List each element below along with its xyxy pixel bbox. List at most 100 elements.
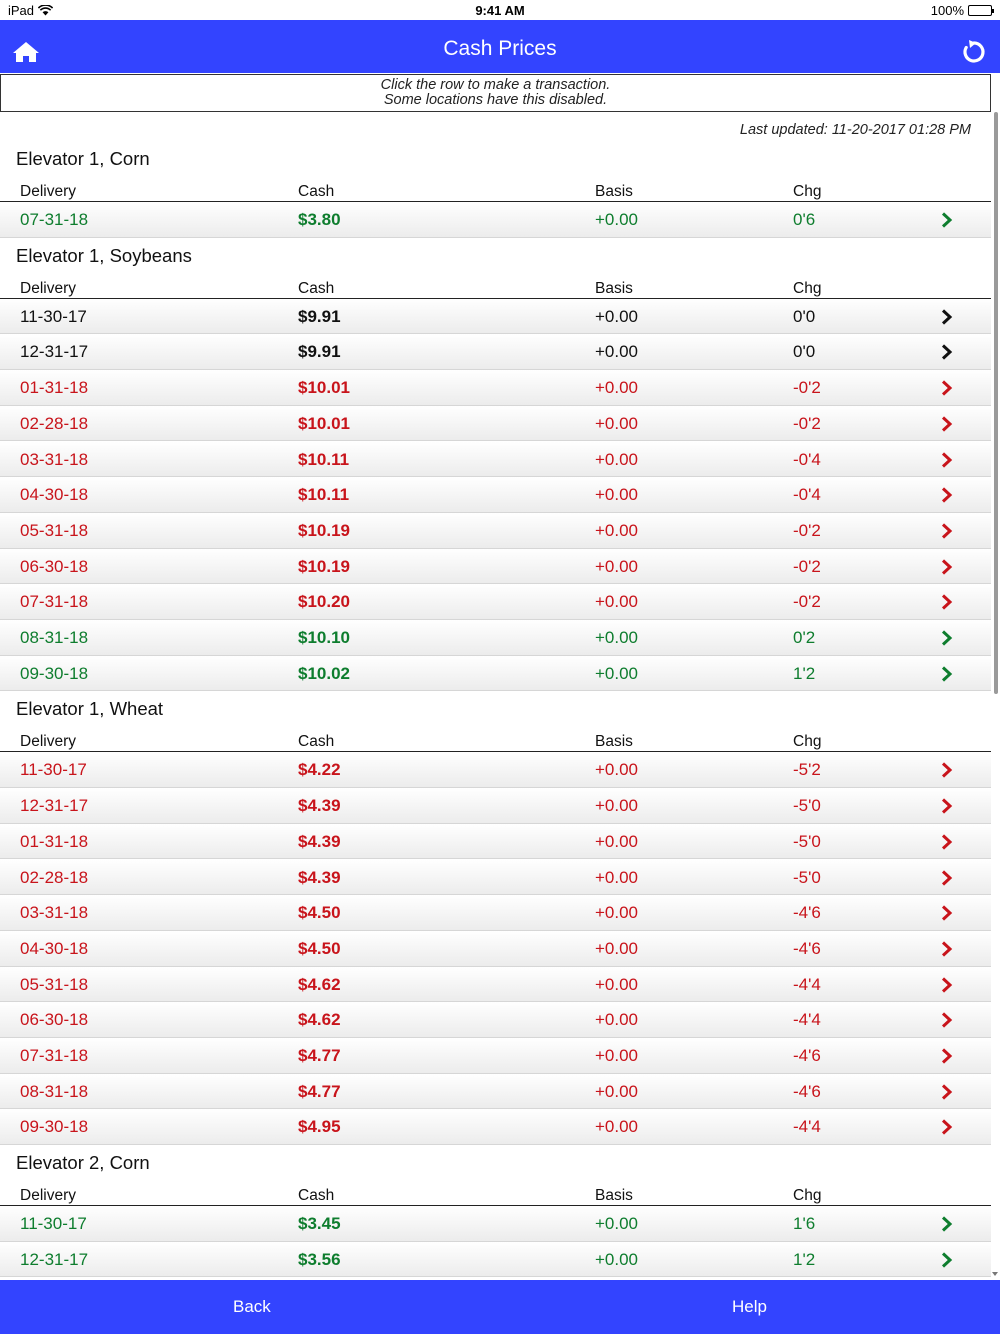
cell-basis: +0.00 xyxy=(595,1117,639,1137)
cell-chg: 1'6 xyxy=(793,1214,816,1234)
cell-cash: $10.19 xyxy=(298,556,350,576)
cell-delivery: 03-31-18 xyxy=(20,449,89,469)
table-row[interactable]: 05-31-18 $4.62 +0.00 -4'4 xyxy=(0,966,991,1003)
table-row[interactable]: 12-31-17 $3.56 +0.00 1'2 xyxy=(0,1241,991,1278)
cell-basis: +0.00 xyxy=(595,628,639,647)
cell-chg: 1'2 xyxy=(793,663,816,683)
cell-chg: 0'6 xyxy=(793,210,816,229)
chevron-right-icon xyxy=(941,1252,953,1268)
bottom-toolbar: Back Help xyxy=(0,1280,1000,1334)
section-title: Elevator 2, Corn xyxy=(16,1152,150,1174)
cell-chg: 1'2 xyxy=(793,1249,816,1269)
cell-basis: +0.00 xyxy=(595,306,639,326)
cell-basis: +0.00 xyxy=(595,1046,639,1065)
cell-basis: +0.00 xyxy=(595,592,639,612)
cell-delivery: 04-30-18 xyxy=(20,938,89,958)
status-bar: iPad 9:41 AM 100% xyxy=(0,0,1000,20)
column-header-row: Delivery Cash Basis Chg xyxy=(0,1182,991,1207)
transaction-notice: Click the row to make a transaction. Som… xyxy=(0,74,991,112)
cell-delivery: 01-31-18 xyxy=(20,831,89,851)
chevron-right-icon xyxy=(941,798,953,814)
cell-basis: +0.00 xyxy=(595,831,639,851)
column-header-cash: Cash xyxy=(298,279,335,297)
cell-basis: +0.00 xyxy=(595,938,639,958)
chevron-right-icon xyxy=(941,1216,953,1232)
chevron-right-icon xyxy=(941,1012,953,1028)
cell-cash: $4.50 xyxy=(298,938,341,958)
column-header-basis: Basis xyxy=(595,183,633,200)
chevron-right-icon xyxy=(941,762,953,778)
chevron-right-icon xyxy=(941,976,953,993)
chevron-right-icon xyxy=(941,834,953,850)
cell-chg: -5'0 xyxy=(793,796,821,816)
table-row[interactable]: 11-30-17 $9.91 +0.00 0'0 xyxy=(0,298,991,335)
table-row[interactable]: 11-30-17 $3.45 +0.00 1'6 xyxy=(0,1206,991,1242)
cell-basis: +0.00 xyxy=(595,1249,639,1269)
table-row[interactable]: 02-28-18 $4.39 +0.00 -5'0 xyxy=(0,859,991,896)
table-row[interactable]: 07-31-18 $4.77 +0.00 -4'6 xyxy=(0,1038,991,1074)
table-row[interactable]: 07-31-18 $3.80 +0.00 0'6 xyxy=(0,202,991,238)
column-header-row: Delivery Cash Basis Chg xyxy=(0,728,991,753)
column-header-row: Delivery Cash Basis Chg xyxy=(0,275,991,299)
chevron-right-icon xyxy=(941,630,953,646)
table-row[interactable]: 12-31-17 $4.39 +0.00 -5'0 xyxy=(0,788,991,824)
refresh-icon[interactable] xyxy=(960,38,988,66)
cell-delivery: 11-30-17 xyxy=(20,306,87,326)
column-header-basis: Basis xyxy=(595,733,633,751)
table-row[interactable]: 03-31-18 $4.50 +0.00 -4'6 xyxy=(0,895,991,931)
help-button[interactable]: Help xyxy=(732,1297,767,1317)
cell-delivery: 07-31-18 xyxy=(20,210,89,229)
table-row[interactable]: 01-31-18 $10.01 +0.00 -0'2 xyxy=(0,370,991,406)
cell-basis: +0.00 xyxy=(595,378,639,398)
table-row[interactable]: 04-30-18 $4.50 +0.00 -4'6 xyxy=(0,930,991,967)
table-row[interactable]: 12-31-17 $9.91 +0.00 0'0 xyxy=(0,334,991,371)
scroll-down-indicator xyxy=(992,1272,998,1276)
cell-chg: -5'0 xyxy=(793,867,821,887)
cell-cash: $10.01 xyxy=(298,378,350,398)
cell-delivery: 12-31-17 xyxy=(20,1249,89,1269)
table-row[interactable]: 09-30-18 $4.95 +0.00 -4'4 xyxy=(0,1109,991,1146)
cell-basis: +0.00 xyxy=(595,342,639,362)
table-row[interactable]: 02-28-18 $10.01 +0.00 -0'2 xyxy=(0,405,991,442)
table-row[interactable]: 01-31-18 $4.39 +0.00 -5'0 xyxy=(0,823,991,860)
table-row[interactable]: 08-31-18 $4.77 +0.00 -4'6 xyxy=(0,1073,991,1110)
cell-cash: $10.19 xyxy=(298,520,350,540)
cell-basis: +0.00 xyxy=(595,663,639,683)
table-row[interactable]: 04-30-18 $10.11 +0.00 -0'4 xyxy=(0,477,991,513)
cell-chg: -4'6 xyxy=(793,938,821,958)
cell-cash: $3.56 xyxy=(298,1249,341,1269)
table-row[interactable]: 11-30-17 $4.22 +0.00 -5'2 xyxy=(0,752,991,789)
cell-cash: $4.95 xyxy=(298,1117,341,1137)
scrollbar[interactable] xyxy=(994,112,998,694)
table-row[interactable]: 08-31-18 $10.10 +0.00 0'2 xyxy=(0,620,991,656)
cell-basis: +0.00 xyxy=(595,449,639,469)
cell-basis: +0.00 xyxy=(595,1081,639,1101)
cell-delivery: 12-31-17 xyxy=(20,342,89,362)
chevron-right-icon xyxy=(941,1119,953,1135)
table-row[interactable]: 05-31-18 $10.19 +0.00 -0'2 xyxy=(0,512,991,549)
column-header-delivery: Delivery xyxy=(20,279,76,297)
cell-chg: -5'0 xyxy=(793,831,821,851)
table-row[interactable]: 06-30-18 $4.62 +0.00 -4'4 xyxy=(0,1002,991,1038)
table-row[interactable]: 07-31-18 $10.20 +0.00 -0'2 xyxy=(0,584,991,620)
back-button[interactable]: Back xyxy=(233,1297,271,1317)
cell-chg: -4'4 xyxy=(793,974,821,994)
cell-chg: -0'2 xyxy=(793,378,821,398)
cell-basis: +0.00 xyxy=(595,520,639,540)
column-header-chg: Chg xyxy=(793,279,822,297)
section-title: Elevator 1, Corn xyxy=(16,148,150,169)
cell-cash: $10.11 xyxy=(298,449,350,469)
cell-basis: +0.00 xyxy=(595,485,639,505)
last-updated: Last updated: 11-20-2017 01:28 PM xyxy=(739,122,971,138)
table-row[interactable]: 03-31-18 $10.11 +0.00 -0'4 xyxy=(0,441,991,478)
cell-delivery: 02-28-18 xyxy=(20,413,89,433)
prices-scroll-area[interactable]: Last updated: 11-20-2017 01:28 PM Elevat… xyxy=(0,112,1000,1280)
notice-line-2: Some locations have this disabled. xyxy=(383,92,608,108)
cell-delivery: 08-31-18 xyxy=(20,628,89,647)
table-row[interactable]: 06-30-18 $10.19 +0.00 -0'2 xyxy=(0,548,991,585)
cell-chg: -0'2 xyxy=(793,592,821,612)
cell-basis: +0.00 xyxy=(595,760,639,780)
table-row[interactable]: 09-30-18 $10.02 +0.00 1'2 xyxy=(0,655,991,692)
cell-delivery: 05-31-18 xyxy=(20,974,89,994)
chevron-right-icon xyxy=(941,487,953,503)
